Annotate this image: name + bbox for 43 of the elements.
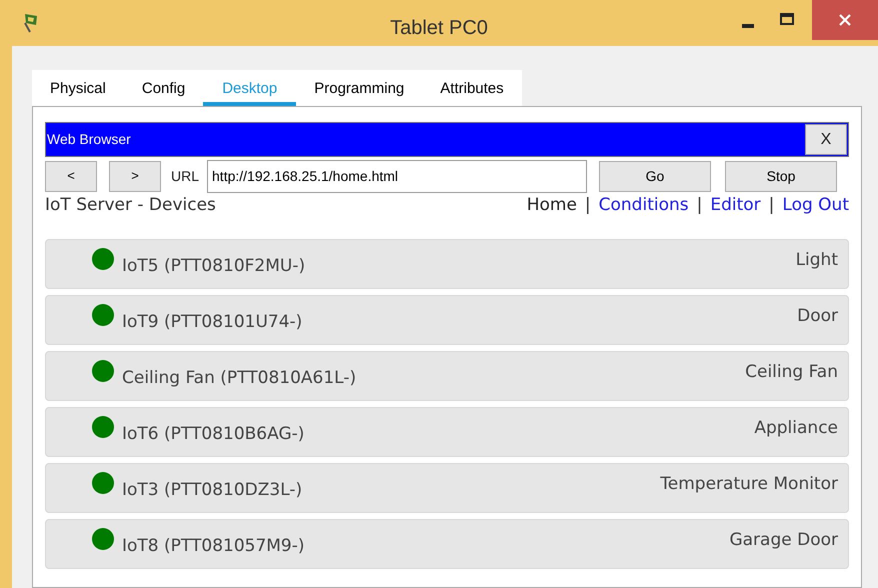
- url-label: URL: [171, 166, 200, 186]
- device-type: Ceiling Fan: [745, 361, 838, 384]
- nav-separator: |: [768, 194, 774, 218]
- tab[interactable]: Attributes: [422, 70, 522, 106]
- device-name: IoT9 (PTT08101U74-): [122, 311, 302, 334]
- app-icon: [22, 12, 40, 34]
- forward-button[interactable]: >: [109, 160, 161, 192]
- tab[interactable]: Physical: [32, 70, 124, 106]
- tab[interactable]: Config: [124, 70, 204, 106]
- device-row[interactable]: IoT8 (PTT081057M9-) Garage Door: [45, 519, 849, 569]
- device-type: Temperature Monitor: [660, 473, 838, 496]
- device-type: Light: [796, 249, 838, 272]
- device-row[interactable]: IoT5 (PTT0810F2MU-) Light: [45, 239, 849, 289]
- url-field[interactable]: http://192.168.25.1/home.html: [207, 160, 588, 192]
- close-icon: [839, 14, 851, 26]
- device-name: IoT5 (PTT0810F2MU-): [122, 255, 306, 278]
- nav-separator: |: [584, 194, 591, 218]
- back-button[interactable]: <: [45, 160, 97, 192]
- close-button[interactable]: X: [805, 124, 847, 155]
- nav-current[interactable]: Home: [526, 193, 577, 219]
- nav-link[interactable]: Conditions: [598, 193, 689, 219]
- device-type: Door: [797, 305, 838, 328]
- nav-link[interactable]: Editor: [710, 193, 761, 219]
- stop-button[interactable]: Stop: [725, 160, 838, 192]
- device-name: IoT8 (PTT081057M9-): [122, 535, 305, 558]
- device-row[interactable]: IoT3 (PTT0810DZ3L-) Temperature Monitor: [45, 463, 849, 513]
- tab[interactable]: Programming: [296, 70, 422, 106]
- nav-link[interactable]: Log Out: [782, 193, 849, 219]
- device-type: Garage Door: [729, 529, 838, 552]
- nav-separator: |: [696, 194, 702, 218]
- page-heading: IoT Server - Devices: [45, 194, 216, 218]
- device-name: Ceiling Fan (PTT0810A61L-): [122, 367, 356, 390]
- device-name: IoT6 (PTT0810B6AG-): [122, 423, 304, 446]
- device-row[interactable]: IoT6 (PTT0810B6AG-) Appliance: [45, 407, 849, 457]
- go-button[interactable]: Go: [599, 160, 712, 192]
- device-row[interactable]: IoT9 (PTT08101U74-) Door: [45, 295, 849, 345]
- maximize-icon[interactable]: [780, 13, 794, 25]
- browser-title: Web Browser: [47, 130, 131, 149]
- device-type: Appliance: [754, 417, 838, 440]
- device-row[interactable]: Ceiling Fan (PTT0810A61L-) Ceiling Fan: [45, 351, 849, 401]
- close-button[interactable]: [812, 0, 878, 40]
- device-name: IoT3 (PTT0810DZ3L-): [122, 479, 302, 502]
- window-title: Tablet PC0: [390, 16, 488, 41]
